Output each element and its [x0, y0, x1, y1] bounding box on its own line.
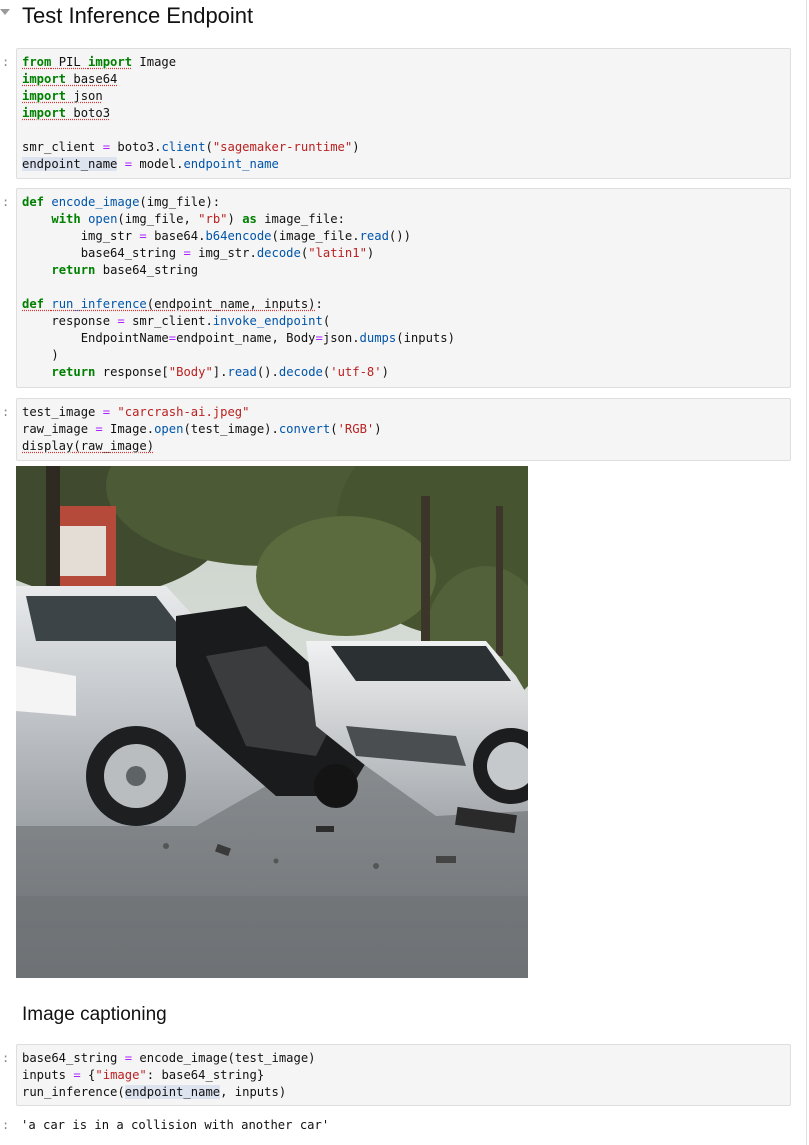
output-prompt: :: [2, 1118, 10, 1132]
subsection-heading: Image captioning: [22, 1004, 167, 1025]
code-cell-display-image[interactable]: test_image = "carcrash-ai.jpeg" raw_imag…: [16, 398, 791, 461]
cell-prompt: :: [2, 55, 10, 69]
code-editor[interactable]: test_image = "carcrash-ai.jpeg" raw_imag…: [22, 404, 790, 455]
code-editor[interactable]: def encode_image(img_file): with open(im…: [22, 194, 790, 381]
cell-prompt: :: [2, 1051, 10, 1065]
collapse-caret-icon[interactable]: [0, 9, 10, 15]
code-editor[interactable]: base64_string = encode_image(test_image)…: [22, 1050, 790, 1101]
code-cell-functions[interactable]: def encode_image(img_file): with open(im…: [16, 188, 791, 388]
code-editor[interactable]: from PIL import Image import base64 impo…: [22, 54, 790, 173]
notebook-right-border: [806, 0, 807, 1145]
inference-output-text: 'a car is in a collision with another ca…: [21, 1118, 330, 1132]
section-heading: Test Inference Endpoint: [22, 3, 254, 28]
cell-prompt: :: [2, 195, 10, 209]
output-image-car-crash: [16, 466, 528, 978]
cell-prompt: :: [2, 405, 10, 419]
code-cell-imports[interactable]: from PIL import Image import base64 impo…: [16, 48, 791, 179]
code-cell-captioning[interactable]: base64_string = encode_image(test_image)…: [16, 1044, 791, 1106]
